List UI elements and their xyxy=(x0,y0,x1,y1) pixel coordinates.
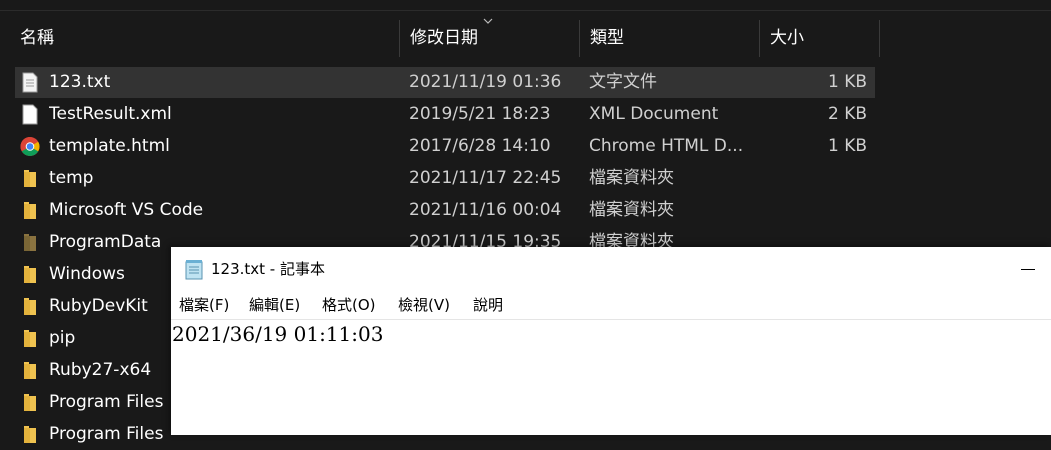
file-date: 2021/11/19 01:36 xyxy=(409,72,562,92)
file-date: 2017/6/28 14:10 xyxy=(409,136,551,156)
notepad-icon xyxy=(185,260,203,280)
menu-edit[interactable]: 編輯(E) xyxy=(249,291,300,319)
file-row[interactable]: TestResult.xml 2019/5/21 18:23 XML Docum… xyxy=(15,99,875,130)
folder-icon xyxy=(24,362,36,379)
file-type: 檔案資料夾 xyxy=(589,168,674,188)
notepad-titlebar[interactable]: 123.txt - 記事本 xyxy=(171,247,1051,291)
file-name: 123.txt xyxy=(49,72,111,92)
file-date: 2021/11/17 22:45 xyxy=(409,168,562,188)
notepad-content: 2021/36/19 01:11:03 xyxy=(172,322,384,346)
notepad-window: 123.txt - 記事本 檔案(F) 編輯(E) 格式(O) 檢視(V) 說明… xyxy=(171,247,1051,435)
folder-icon xyxy=(24,266,36,283)
column-header-size[interactable]: 大小 xyxy=(760,20,880,57)
file-size: 2 KB xyxy=(827,104,867,124)
menu-help[interactable]: 說明 xyxy=(473,291,503,319)
file-type: 檔案資料夾 xyxy=(589,200,674,220)
file-type: 文字文件 xyxy=(589,72,657,92)
file-name: TestResult.xml xyxy=(49,104,172,124)
notepad-menubar: 檔案(F) 編輯(E) 格式(O) 檢視(V) 說明 xyxy=(171,291,1051,319)
text-file-icon xyxy=(22,72,38,93)
folder-icon xyxy=(24,170,36,187)
menu-view[interactable]: 檢視(V) xyxy=(398,291,450,319)
chrome-icon xyxy=(20,137,40,156)
file-name: temp xyxy=(49,168,94,188)
folder-row[interactable]: Microsoft VS Code 2021/11/16 00:04 檔案資料夾 xyxy=(15,195,875,226)
folder-icon xyxy=(24,298,36,315)
explorer-top-strip xyxy=(0,0,1051,11)
folder-icon xyxy=(24,330,36,347)
folder-icon xyxy=(24,394,36,411)
file-type: XML Document xyxy=(589,104,719,124)
file-date: 2021/11/16 00:04 xyxy=(409,200,562,220)
file-name: template.html xyxy=(49,136,170,156)
folder-icon-hidden xyxy=(24,234,36,251)
file-date: 2019/5/21 18:23 xyxy=(409,104,551,124)
file-row[interactable]: template.html 2017/6/28 14:10 Chrome HTM… xyxy=(15,131,875,162)
column-header-type[interactable]: 類型 xyxy=(580,20,760,57)
notepad-text-area[interactable]: 2021/36/19 01:11:03 xyxy=(171,319,1051,436)
file-row[interactable]: 123.txt 2021/11/19 01:36 文字文件 1 KB xyxy=(15,67,875,98)
file-size xyxy=(765,195,867,226)
xml-file-icon xyxy=(22,104,38,125)
minimize-button[interactable] xyxy=(1005,247,1051,291)
file-name: Microsoft VS Code xyxy=(49,200,204,220)
notepad-title: 123.txt - 記事本 xyxy=(211,260,325,278)
menu-file[interactable]: 檔案(F) xyxy=(179,291,229,319)
file-size: 1 KB xyxy=(827,136,867,156)
folder-row[interactable]: temp 2021/11/17 22:45 檔案資料夾 xyxy=(15,163,875,194)
file-type: Chrome HTML D... xyxy=(589,136,744,156)
column-header-name[interactable]: 名稱 xyxy=(10,20,400,57)
chevron-down-icon xyxy=(483,18,493,24)
file-size xyxy=(765,163,867,194)
folder-icon xyxy=(24,202,36,219)
menu-format[interactable]: 格式(O) xyxy=(322,291,376,319)
column-header-row: 名稱 修改日期 類型 大小 xyxy=(0,20,1051,57)
file-size: 1 KB xyxy=(827,72,867,92)
